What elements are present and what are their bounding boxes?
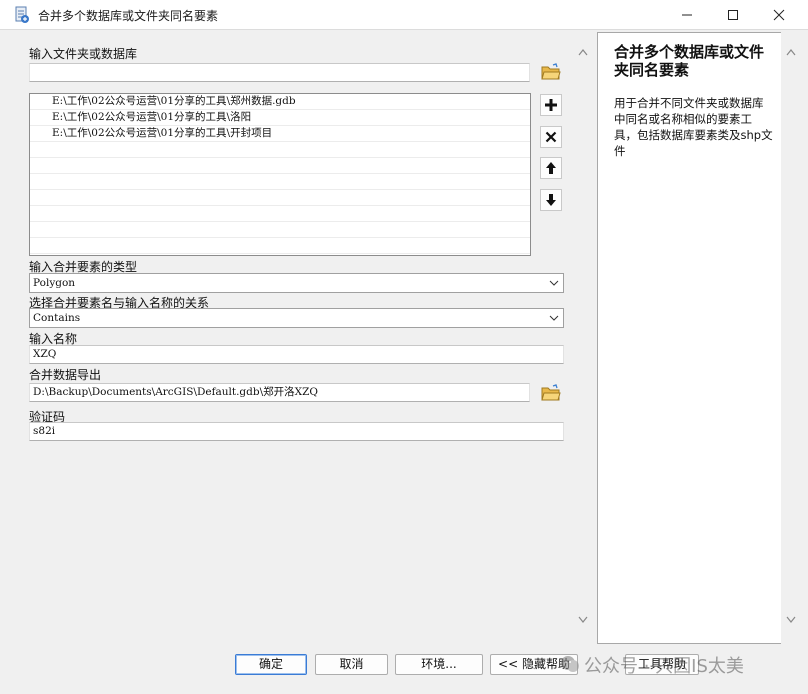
x-icon	[545, 131, 557, 143]
relation-select-value: Contains	[33, 312, 81, 324]
close-icon	[773, 9, 785, 21]
browse-input-button[interactable]	[540, 61, 562, 83]
move-up-button[interactable]	[540, 157, 562, 179]
list-empty-row	[30, 142, 530, 158]
minimize-button[interactable]	[664, 0, 710, 30]
folder-open-icon	[541, 63, 561, 80]
chevron-down-icon	[549, 280, 559, 286]
list-item[interactable]: E:\工作\02公众号运营\01分享的工具\开封项目	[30, 126, 530, 142]
list-empty-row	[30, 158, 530, 174]
list-empty-row	[30, 222, 530, 238]
list-empty-row	[30, 174, 530, 190]
chevron-down-icon	[549, 315, 559, 321]
input-folder-label: 输入文件夹或数据库	[29, 47, 138, 61]
maximize-icon	[728, 10, 738, 20]
list-empty-row	[30, 190, 530, 206]
remove-item-button[interactable]	[540, 126, 562, 148]
output-label: 合并数据导出	[29, 368, 102, 382]
list-empty-row	[30, 238, 530, 254]
move-down-button[interactable]	[540, 189, 562, 211]
relation-select[interactable]: Contains	[29, 308, 564, 328]
output-path-input[interactable]: D:\Backup\Documents\ArcGIS\Default.gdb\郑…	[29, 383, 530, 402]
environments-button[interactable]: 环境...	[395, 654, 483, 675]
title-bar: 合并多个数据库或文件夹同名要素	[0, 0, 808, 30]
list-item[interactable]: E:\工作\02公众号运营\01分享的工具\郑州数据.gdb	[30, 94, 530, 110]
help-title: 合并多个数据库或文件夹同名要素	[614, 43, 765, 79]
add-item-button[interactable]	[540, 94, 562, 116]
arrow-down-icon	[546, 194, 556, 206]
scroll-down-icon[interactable]	[578, 616, 588, 624]
arrow-up-icon	[546, 162, 556, 174]
minimize-icon	[682, 14, 692, 16]
scroll-down-icon[interactable]	[786, 616, 796, 624]
ok-button[interactable]: 确定	[235, 654, 307, 675]
list-item[interactable]: E:\工作\02公众号运营\01分享的工具\洛阳	[30, 110, 530, 126]
scroll-up-icon[interactable]	[786, 48, 796, 56]
window-title: 合并多个数据库或文件夹同名要素	[38, 9, 219, 23]
help-panel: 合并多个数据库或文件夹同名要素 用于合并不同文件夹或数据库中同名或名称相似的要素…	[597, 32, 781, 644]
type-select[interactable]: Polygon	[29, 273, 564, 293]
maximize-button[interactable]	[710, 0, 756, 30]
cancel-button[interactable]: 取消	[315, 654, 388, 675]
app-icon	[14, 6, 30, 24]
close-button[interactable]	[756, 0, 802, 30]
code-input[interactable]: s82i	[29, 422, 564, 441]
wechat-icon	[561, 656, 579, 672]
folder-open-icon	[541, 384, 561, 401]
plus-icon	[545, 99, 557, 111]
watermark-text: 公众号 · 只因IS太美	[584, 656, 744, 677]
type-select-value: Polygon	[33, 277, 76, 289]
input-list[interactable]: E:\工作\02公众号运营\01分享的工具\郑州数据.gdb E:\工作\02公…	[29, 93, 531, 256]
browse-output-button[interactable]	[540, 382, 562, 404]
name-input[interactable]: XZQ	[29, 345, 564, 364]
parameters-scrollbar[interactable]	[574, 36, 592, 636]
help-scrollbar[interactable]	[782, 32, 800, 644]
scroll-up-icon[interactable]	[578, 48, 588, 56]
list-empty-row	[30, 206, 530, 222]
input-folder-field[interactable]	[29, 63, 530, 82]
help-description: 用于合并不同文件夹或数据库中同名或名称相似的要素工具，包括数据库要素类及shp文…	[614, 96, 773, 158]
